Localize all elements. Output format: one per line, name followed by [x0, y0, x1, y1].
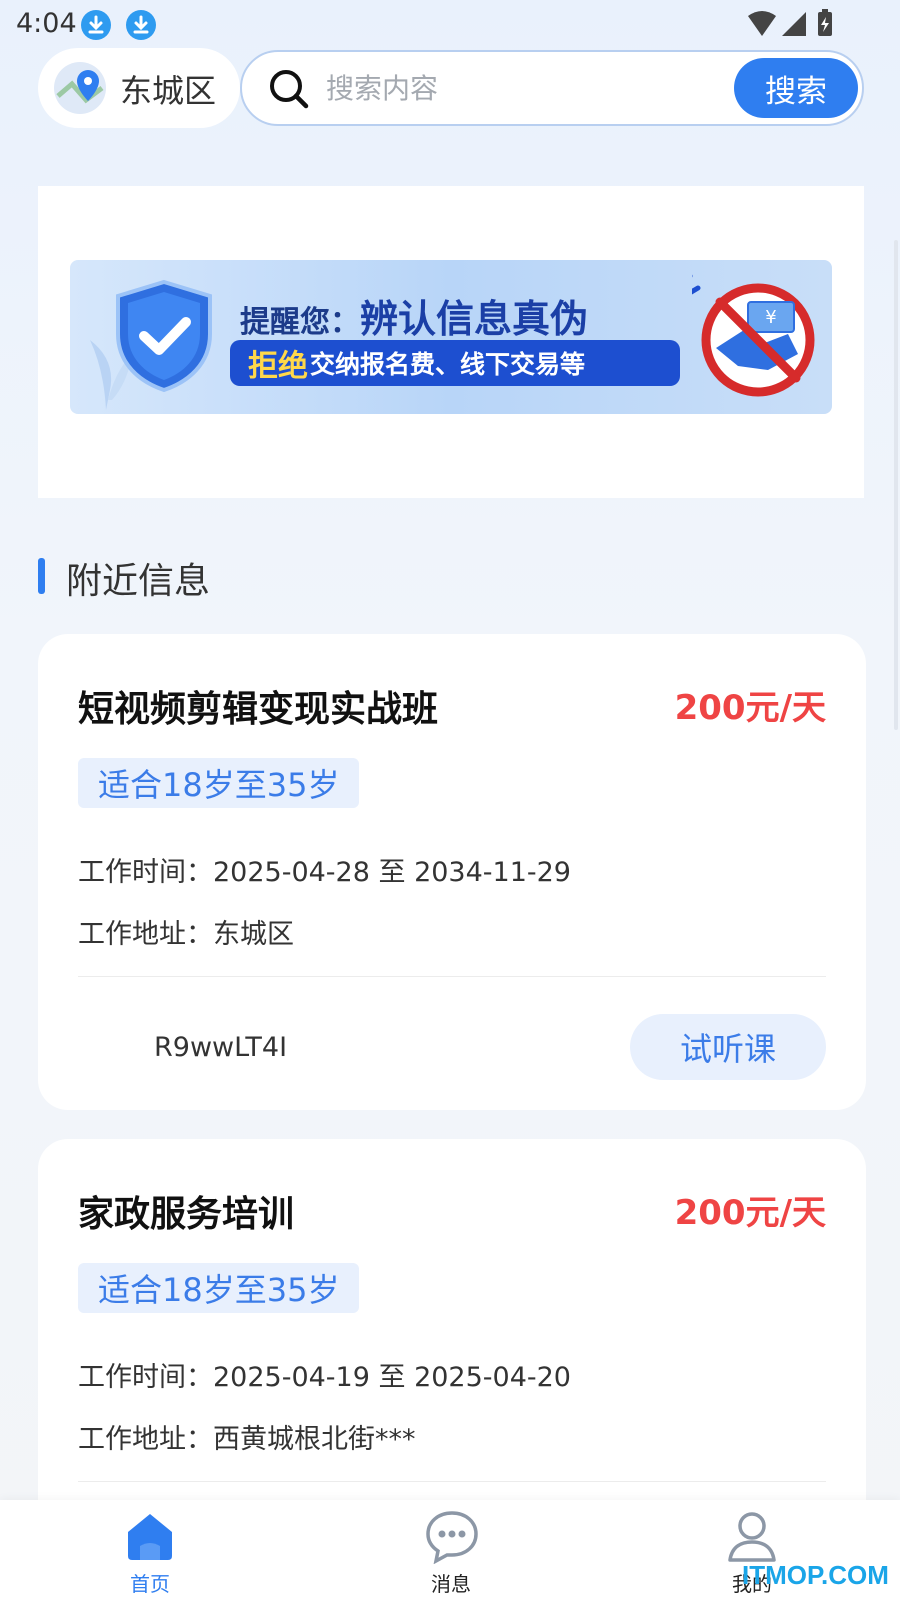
job-address: 工作地址：东城区 — [78, 919, 294, 950]
banner-headline: 提醒您：辨认信息真伪 — [240, 288, 588, 343]
chat-icon — [426, 1511, 478, 1564]
scrollbar[interactable] — [894, 240, 898, 730]
home-icon — [128, 1514, 172, 1560]
tab-home-label: 首页 — [130, 1572, 170, 1596]
age-tag: 适合18岁至35岁 — [78, 758, 360, 808]
banner-subline: 拒绝 交纳报名费、线下交易等 — [230, 340, 680, 386]
card-divider — [78, 1481, 826, 1482]
tab-messages-label: 消息 — [431, 1572, 471, 1596]
job-pay: 200元/天 — [674, 1193, 826, 1233]
section-accent-bar — [38, 558, 45, 594]
currency-symbol: ¥ — [765, 307, 776, 328]
job-address: 工作地址：西黄城根北街*** — [78, 1424, 416, 1455]
banner-headline-text: 辨认信息真伪 — [360, 297, 589, 341]
card-divider — [78, 976, 826, 977]
poster-name: R9wwLT4I — [154, 1032, 288, 1063]
job-title: 家政服务培训 — [78, 1194, 295, 1235]
download-icon — [81, 10, 111, 40]
job-pay: 200元/天 — [674, 688, 826, 728]
search-bar: 搜索 — [240, 50, 864, 126]
anti-fraud-banner[interactable]: 提醒您：辨认信息真伪 拒绝 交纳报名费、线下交易等 ¥ — [70, 260, 832, 414]
job-time: 工作时间：2025-04-28 至 2034-11-29 — [78, 857, 571, 888]
shield-check-icon — [116, 279, 212, 393]
system-status-icons — [748, 9, 832, 36]
watermark: ITMOP.COM — [742, 1560, 889, 1590]
map-pin-icon — [54, 62, 106, 114]
location-label: 东城区 — [120, 72, 217, 110]
job-time: 工作时间：2025-04-19 至 2025-04-20 — [78, 1362, 571, 1393]
no-transaction-icon: ¥ — [692, 274, 815, 397]
tab-home[interactable]: 首页 — [90, 1500, 210, 1600]
trial-lesson-button[interactable]: 试听课 — [630, 1014, 826, 1080]
tab-messages[interactable]: 消息 — [391, 1500, 511, 1600]
status-time: 4:04 — [16, 8, 77, 39]
search-icon — [270, 70, 309, 109]
download-icon — [126, 10, 156, 40]
banner-highlight: 拒绝 — [248, 349, 308, 384]
age-tag: 适合18岁至35岁 — [78, 1263, 360, 1313]
section-title: 附近信息 — [66, 561, 211, 602]
banner-container: 提醒您：辨认信息真伪 拒绝 交纳报名费、线下交易等 ¥ — [38, 186, 864, 498]
status-bar: 4:04 — [0, 0, 900, 46]
job-card[interactable]: 短视频剪辑变现实战班 200元/天 适合18岁至35岁 工作时间：2025-04… — [38, 634, 866, 1110]
location-selector[interactable]: 东城区 — [38, 48, 240, 128]
banner-subline-text: 交纳报名费、线下交易等 — [310, 350, 586, 379]
search-input[interactable] — [326, 66, 706, 110]
job-title: 短视频剪辑变现实战班 — [78, 689, 439, 730]
banner-prefix: 提醒您： — [240, 305, 360, 340]
user-icon — [728, 1512, 776, 1562]
search-button[interactable]: 搜索 — [734, 58, 858, 118]
